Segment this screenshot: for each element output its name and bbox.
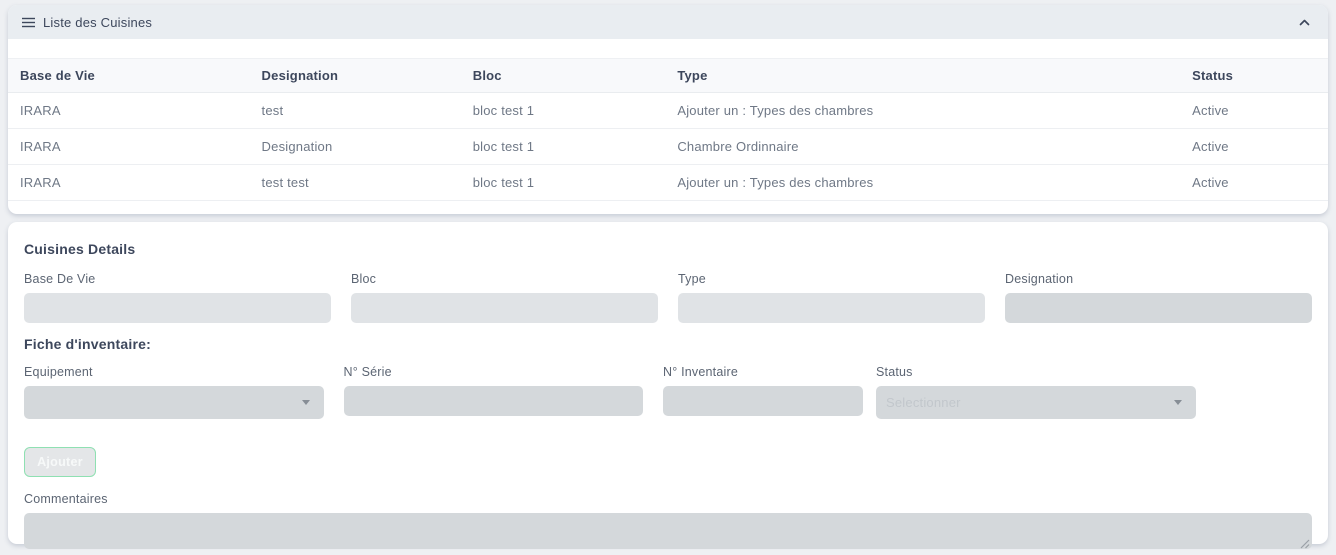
cell-type: Chambre Ordinnaire — [665, 129, 1180, 165]
column-header-type: Type — [665, 59, 1180, 93]
liste-cuisines-panel: Liste des Cuisines Base de Vie Designati… — [8, 5, 1328, 214]
designation-field[interactable] — [1005, 293, 1312, 323]
bloc-field[interactable] — [351, 293, 658, 323]
cuisines-table: Base de Vie Designation Bloc Type Status… — [8, 58, 1328, 201]
designation-label: Designation — [1005, 272, 1312, 286]
comments-block: Commentaires — [24, 492, 1312, 549]
chevron-down-icon — [302, 400, 310, 405]
details-fields-row: Base De Vie Bloc Type Designation — [24, 272, 1312, 323]
column-header-base-de-vie: Base de Vie — [8, 59, 250, 93]
table-row[interactable]: IRARA test bloc test 1 Ajouter un : Type… — [8, 93, 1328, 129]
panel-header-liste-cuisines[interactable]: Liste des Cuisines — [8, 5, 1328, 39]
equipement-select[interactable] — [24, 386, 324, 419]
cell-status: Active — [1180, 129, 1328, 165]
serie-field[interactable] — [344, 386, 644, 416]
panel-title: Liste des Cuisines — [43, 15, 152, 30]
cell-designation: test — [250, 93, 461, 129]
status-placeholder: Selectionner — [886, 395, 961, 410]
cell-designation: Designation — [250, 129, 461, 165]
base-de-vie-label: Base De Vie — [24, 272, 331, 286]
cuisines-details-panel: Cuisines Details Base De Vie Bloc Type D… — [8, 222, 1328, 544]
commentaires-textarea[interactable] — [24, 513, 1312, 549]
column-header-bloc: Bloc — [461, 59, 666, 93]
resize-handle-icon[interactable] — [1299, 536, 1310, 547]
inventory-fields-row: Equipement N° Série N° Inventaire Status… — [24, 365, 1312, 419]
bloc-label: Bloc — [351, 272, 658, 286]
cell-status: Active — [1180, 93, 1328, 129]
cell-base-de-vie: IRARA — [8, 165, 250, 201]
collapse-chevron-up-icon[interactable] — [1299, 19, 1310, 26]
equipement-label: Equipement — [24, 365, 324, 379]
cell-type: Ajouter un : Types des chambres — [665, 93, 1180, 129]
status-select[interactable]: Selectionner — [876, 386, 1196, 419]
cell-base-de-vie: IRARA — [8, 129, 250, 165]
table-row[interactable]: IRARA test test bloc test 1 Ajouter un :… — [8, 165, 1328, 201]
cell-status: Active — [1180, 165, 1328, 201]
table-row[interactable]: IRARA Designation bloc test 1 Chambre Or… — [8, 129, 1328, 165]
cuisines-table-wrapper: Base de Vie Designation Bloc Type Status… — [8, 39, 1328, 201]
fiche-inventaire-title: Fiche d'inventaire: — [24, 336, 1312, 352]
ajouter-button[interactable]: Ajouter — [24, 447, 96, 477]
details-title: Cuisines Details — [24, 241, 1312, 257]
cell-designation: test test — [250, 165, 461, 201]
cell-type: Ajouter un : Types des chambres — [665, 165, 1180, 201]
commentaires-label: Commentaires — [24, 492, 1312, 506]
type-field[interactable] — [678, 293, 985, 323]
cell-bloc: bloc test 1 — [461, 129, 666, 165]
column-header-designation: Designation — [250, 59, 461, 93]
status-label: Status — [876, 365, 1196, 379]
column-header-status: Status — [1180, 59, 1328, 93]
inventaire-label: N° Inventaire — [663, 365, 863, 379]
cell-bloc: bloc test 1 — [461, 93, 666, 129]
type-label: Type — [678, 272, 985, 286]
list-icon — [22, 17, 35, 28]
cell-bloc: bloc test 1 — [461, 165, 666, 201]
base-de-vie-field[interactable] — [24, 293, 331, 323]
table-header-row: Base de Vie Designation Bloc Type Status — [8, 59, 1328, 93]
row-spacer — [1216, 365, 1312, 419]
serie-label: N° Série — [344, 365, 644, 379]
cell-base-de-vie: IRARA — [8, 93, 250, 129]
chevron-down-icon — [1174, 400, 1182, 405]
inventaire-field[interactable] — [663, 386, 863, 416]
